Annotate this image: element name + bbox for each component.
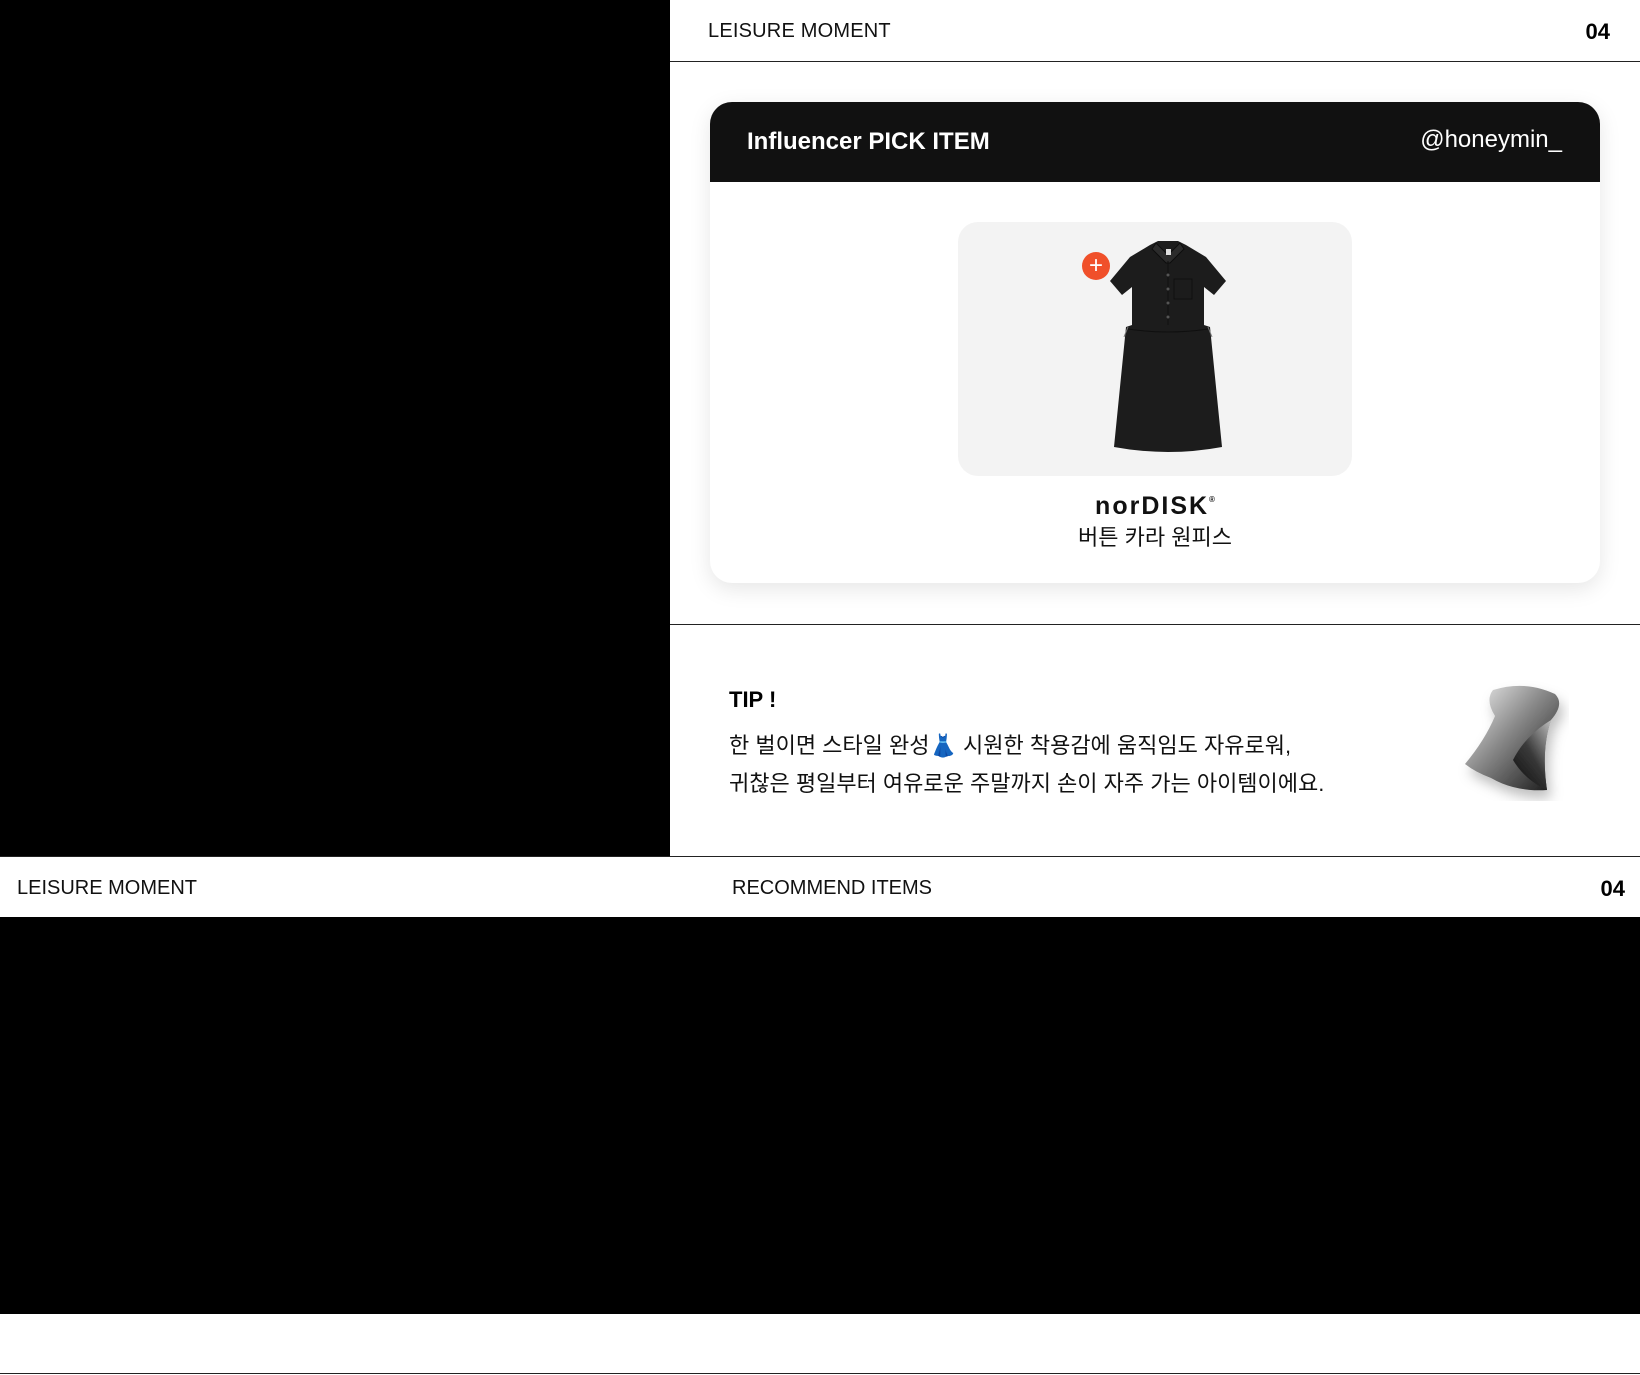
- brand-name: norDISK: [1095, 492, 1210, 520]
- tip-text-line-2: 귀찮은 평일부터 여유로운 주말까지 손이 자주 가는 아이템이에요.: [729, 771, 1325, 796]
- product-name[interactable]: 버튼 카라 원피스: [710, 520, 1600, 552]
- decorative-3d-shape: [1465, 685, 1560, 791]
- add-item-button[interactable]: +: [1082, 252, 1110, 280]
- strip-left-title: LEISURE MOMENT: [17, 877, 198, 899]
- panel-header-title: LEISURE MOMENT: [708, 20, 891, 42]
- leisure-moment-panel: LEISURE MOMENT 04 Influencer PICK ITEM @…: [670, 0, 1640, 856]
- recommend-header-strip: LEISURE MOMENT RECOMMEND ITEMS 04: [0, 856, 1640, 917]
- strip-page-number: 04: [1600, 876, 1625, 901]
- bottom-white-band: [0, 1314, 1640, 1375]
- card-header: Influencer PICK ITEM @honeymin_: [710, 102, 1600, 182]
- brand-registered-mark: ®: [1209, 495, 1215, 504]
- influencer-pick-card: Influencer PICK ITEM @honeymin_ + norDIS…: [710, 102, 1600, 583]
- influencer-handle-link[interactable]: @honeymin_: [1420, 126, 1562, 154]
- strip-center-title: RECOMMEND ITEMS: [732, 877, 932, 899]
- product-image[interactable]: +: [958, 222, 1352, 476]
- section-divider: [670, 624, 1640, 625]
- tip-text-line-1: 한 벌이면 스타일 완성👗 시원한 착용감에 움직임도 자유로워,: [729, 733, 1292, 758]
- panel-page-number: 04: [1585, 19, 1610, 44]
- tip-title: TIP !: [729, 687, 777, 712]
- card-title: Influencer PICK ITEM: [747, 128, 990, 155]
- panel-header: LEISURE MOMENT 04: [670, 0, 1640, 62]
- dress-image: [1110, 241, 1226, 452]
- bottom-divider: [0, 1373, 1640, 1374]
- brand-logo: norDISK®: [710, 492, 1600, 521]
